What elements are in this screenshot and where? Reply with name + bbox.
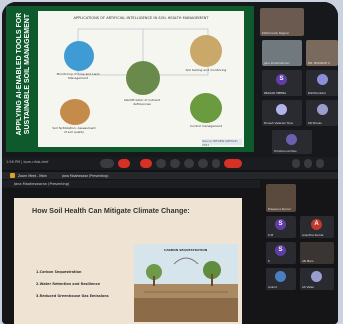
participant-name: S M [268,233,274,237]
slide-source-note: Source: REVIEW ARTICLE, 2021 [202,139,242,147]
tab-icon [10,173,15,178]
monitor-screen: APPLYING AI-ENABLED TOOLS FOR SUSTAINABL… [2,2,338,324]
slide-content-panel: APPLICATIONS OF ARTIFICIAL INTELLIGENCE … [38,11,244,147]
participant-tile[interactable]: Dinesh Valerian Tanu [262,100,302,126]
participant-name: Tomoka Lal Dios [274,149,297,153]
participant-avatar: S [276,74,287,85]
tab-presenting[interactable]: Jana Maaheswar (Presenting) [62,173,108,179]
present-button[interactable] [184,159,194,168]
participant-tile[interactable]: KR Shivan [306,100,338,126]
camera-off-icon[interactable] [140,159,152,168]
participant-name: Janu Rmakrishnan [264,61,290,65]
presenter-bar: Jana Maaheswaran (Presenting) [2,180,260,188]
participant-avatar: A [311,219,322,230]
shared-slide-climate-change: How Soil Health Can Mitigate Climate Cha… [14,198,242,324]
participant-tile[interactable]: Rohitha Ram [306,70,338,96]
photo-frame: APPLYING AI-ENABLED TOOLS FOR SUSTAINABL… [0,0,343,324]
mic-button[interactable] [100,159,114,168]
participant-tile[interactable]: S S M [266,216,296,238]
diagram-label: CARBON SEQUESTRATION [164,248,208,252]
participant-name: Kathmandu Ragnar [262,31,290,35]
participant-name: Anantha Kumar [302,233,324,237]
participant-avatar [311,271,322,282]
soil-sensor-image [126,61,160,95]
participant-tile[interactable]: Kathmandu Ragnar [260,8,304,36]
control-management-image [190,93,222,123]
participant-tile[interactable]: S PRASAD MEENA [262,70,302,96]
soil-fertilization-image [60,99,90,125]
participant-name: Dinesh Valerian Tanu [264,121,294,125]
soil-testing-image [190,35,222,67]
chat-button[interactable] [316,159,324,168]
slide-item-3: Soil testing and monitoring [185,68,227,72]
slide-vertical-title-bar: APPLYING AI-ENABLED TOOLS FOR SUSTAINABL… [10,10,36,148]
bottom-meeting-window: Zoom Meet - Main Jana Maaheswar (Present… [2,172,338,324]
tab-zoom-meet[interactable]: Zoom Meet - Main [18,173,47,179]
participant-name: AB Mani [302,259,314,263]
mic-off-icon[interactable] [118,159,130,168]
crop-field-image [64,41,94,71]
participant-tile[interactable]: Tomoka Lal Dios [272,130,312,154]
participant-tile[interactable]: Anand [266,268,296,290]
slide-point-2: 2.Water Retention and Resilience [36,282,101,286]
participant-avatar: S [275,219,286,230]
slide-item-5: Control management [190,124,222,128]
participant-tile[interactable]: A Anantha Kumar [300,216,334,238]
participant-tile[interactable]: Prasanna Kumar [266,184,296,212]
participant-name: Rohitha Ram [308,91,326,95]
participant-name: Anand [268,285,277,289]
slide-point-3: 3.Reduced Greenhouse Gas Emissions [36,294,109,298]
participant-avatar [317,74,328,85]
participant-name: KR Shivan [308,121,323,125]
browser-tab-bar: Zoom Meet - Main Jana Maaheswar (Present… [2,172,338,179]
participant-name: S [268,259,270,263]
raise-hand-button[interactable] [198,159,208,168]
participant-name: Prasanna Kumar [268,207,291,211]
participant-avatar [276,104,287,115]
slide-item-2: Identification of nutrient deficiencies [123,98,161,106]
slide-vertical-title: APPLYING AI-ENABLED TOOLS FOR SUSTAINABL… [15,12,31,136]
slide-title: How Soil Health Can Mitigate Climate Cha… [32,206,190,215]
participant-name: DR. MOOKIAH S [308,61,330,65]
presenter-label: Jana Maaheswaran (Presenting) [14,182,70,186]
participant-tile[interactable]: S S [266,242,296,264]
participant-tile[interactable]: AB Mani [300,242,334,264]
info-button[interactable] [292,159,300,168]
slide-item-1: Monitoring of Crop and Land Management [56,72,100,80]
participant-avatar: S [275,245,286,256]
end-call-button[interactable] [224,159,242,168]
participant-tile[interactable]: Janu Rmakrishnan [262,40,302,66]
carbon-sequestration-diagram [134,244,238,322]
top-meeting-window: APPLYING AI-ENABLED TOOLS FOR SUSTAINABL… [2,2,338,170]
participant-name: AS Velan [302,285,315,289]
slide-item-4: Soil fertilization: Assessment of soil q… [52,126,96,134]
people-button[interactable] [304,159,312,168]
participant-name: PRASAD MEENA [264,91,287,95]
participant-tile[interactable]: DR. MOOKIAH S [306,40,338,66]
emoji-button[interactable] [170,159,180,168]
meeting-time-code: 1:56 PM | kpm-nfxb-dmf [6,160,49,164]
participant-avatar [317,104,328,115]
participant-tile[interactable]: AS Velan [300,268,334,290]
captions-button[interactable] [156,159,166,168]
slide-point-1: 1.Carbon Sequestration [36,270,82,274]
participant-avatar [286,134,297,145]
more-options-button[interactable] [212,159,220,168]
meeting-toolbar: 1:56 PM | kpm-nfxb-dmf [2,157,338,170]
shared-slide-soil-management: APPLYING AI-ENABLED TOOLS FOR SUSTAINABL… [6,6,254,152]
participant-avatar [275,271,286,282]
